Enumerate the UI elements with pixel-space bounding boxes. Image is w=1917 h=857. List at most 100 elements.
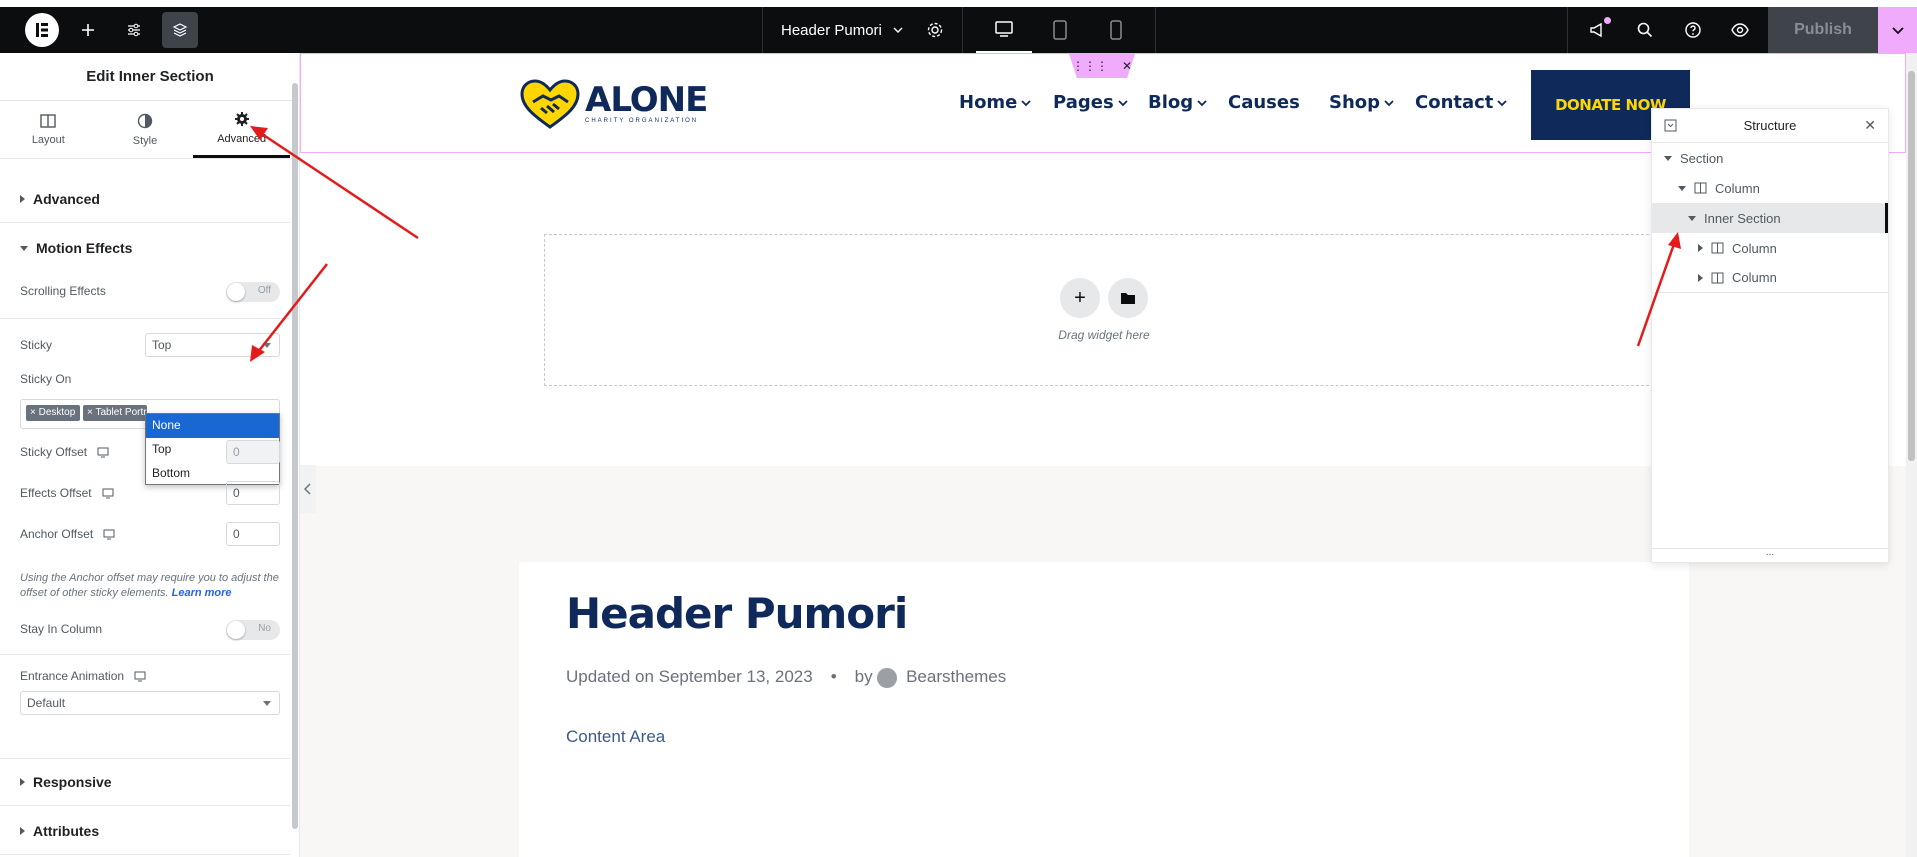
- layers-icon: [162, 12, 198, 48]
- publish-button[interactable]: Publish: [1768, 7, 1878, 53]
- column-icon: [1711, 242, 1724, 254]
- preview-button[interactable]: [1725, 7, 1755, 53]
- updated-date: Updated on September 13, 2023: [566, 667, 813, 687]
- half-circle-icon: [137, 113, 153, 128]
- finder-button[interactable]: [1630, 7, 1660, 53]
- structure-resize-handle[interactable]: ...: [1652, 548, 1888, 562]
- drag-grip-icon: ⋮⋮⋮: [1071, 59, 1108, 73]
- site-logo[interactable]: ALONE CHARITY ORGANIZATION: [519, 78, 708, 130]
- caret-right-icon: [20, 194, 25, 203]
- content-area-text: Content Area: [566, 727, 666, 746]
- eye-icon: [1731, 23, 1749, 37]
- elementor-logo-icon: [25, 13, 59, 47]
- mobile-icon: [1110, 20, 1122, 40]
- notification-dot: [1604, 17, 1611, 24]
- publish-options-button[interactable]: [1878, 7, 1917, 53]
- section-responsive[interactable]: Responsive: [0, 758, 290, 806]
- page-settings-button[interactable]: [920, 7, 950, 53]
- desktop-icon: [995, 21, 1013, 37]
- caret-right-icon: [20, 826, 25, 835]
- section-motion-effects[interactable]: Motion Effects: [0, 224, 290, 272]
- structure-dock-button[interactable]: [1664, 119, 1677, 132]
- structure-title: Structure: [1743, 118, 1797, 133]
- tab-layout[interactable]: Layout: [0, 101, 97, 158]
- effects-offset-label: Effects Offset: [20, 486, 114, 500]
- sticky-select[interactable]: Top: [145, 333, 280, 357]
- entrance-animation-select[interactable]: Default: [20, 691, 280, 715]
- document-settings-toggle[interactable]: Header Pumori: [781, 7, 904, 53]
- device-desktop-button[interactable]: [976, 7, 1032, 53]
- entrance-animation-value: Default: [27, 696, 66, 710]
- panel-scrollbar[interactable]: [292, 83, 298, 829]
- divider: [962, 7, 963, 53]
- caret-down-icon: [1678, 185, 1686, 191]
- structure-panel: Structure ✕ Section Column Inner Section…: [1651, 108, 1889, 563]
- help-button[interactable]: [1678, 7, 1708, 53]
- structure-item-column[interactable]: Column: [1652, 173, 1888, 203]
- sticky-value: Top: [152, 338, 172, 352]
- nav-item-blog[interactable]: Blog: [1148, 92, 1207, 113]
- add-template-button[interactable]: [1108, 278, 1148, 318]
- chevron-down-icon: [1384, 99, 1394, 106]
- by-label: by: [854, 667, 873, 686]
- author-name[interactable]: Bearsthemes: [906, 667, 1006, 686]
- device-mobile-button[interactable]: [1088, 7, 1144, 53]
- sticky-option-none[interactable]: None: [146, 414, 279, 438]
- section-label: Motion Effects: [36, 240, 133, 256]
- scrollbar-thumb[interactable]: [1908, 71, 1915, 461]
- close-icon: ✕: [1121, 59, 1133, 73]
- site-settings-button[interactable]: [116, 7, 152, 53]
- collapse-panel-button[interactable]: [300, 465, 316, 513]
- caret-right-icon: [1698, 273, 1703, 282]
- nav-item-shop[interactable]: Shop: [1329, 92, 1394, 113]
- sticky-offset-input[interactable]: 0: [226, 440, 280, 464]
- structure-button[interactable]: [162, 7, 198, 53]
- elementor-menu-button[interactable]: [22, 7, 62, 53]
- gear-icon: [234, 112, 249, 126]
- canvas-scrollbar[interactable]: [1906, 53, 1917, 857]
- search-icon: [1637, 22, 1653, 38]
- close-structure-button[interactable]: ✕: [1864, 117, 1876, 134]
- nav-item-pages[interactable]: Pages: [1053, 92, 1128, 113]
- gear-icon: [927, 22, 943, 38]
- divider: [1155, 7, 1156, 53]
- brand-tagline: CHARITY ORGANIZATION: [585, 118, 699, 124]
- structure-item-section[interactable]: Section: [1652, 143, 1888, 173]
- caret-down-icon: [263, 701, 271, 706]
- tab-advanced[interactable]: Advanced: [193, 101, 291, 158]
- empty-column-dropzone[interactable]: + Drag widget here: [544, 234, 1664, 386]
- device-tablet-button[interactable]: [1032, 7, 1088, 53]
- stay-in-column-switch[interactable]: No: [226, 620, 280, 640]
- section-advanced[interactable]: Advanced: [0, 175, 290, 223]
- desktop-icon: [102, 488, 114, 498]
- add-element-button[interactable]: [70, 7, 106, 53]
- effects-offset-input[interactable]: 0: [226, 481, 280, 505]
- sticky-on-label: Sticky On: [20, 372, 72, 386]
- sticky-on-tag-desktop[interactable]: × Desktop: [26, 405, 80, 421]
- tab-style[interactable]: Style: [97, 101, 194, 158]
- nav-item-causes[interactable]: Causes: [1228, 92, 1300, 113]
- caret-down-icon: [263, 343, 271, 348]
- nav-item-home[interactable]: Home: [959, 92, 1032, 113]
- switch-knob: [227, 283, 245, 301]
- anchor-offset-input[interactable]: 0: [226, 522, 280, 546]
- desktop-icon: [97, 447, 109, 457]
- section-handle[interactable]: ⋮⋮⋮ ✕: [1069, 54, 1135, 78]
- section-attributes[interactable]: Attributes: [0, 807, 290, 855]
- chevron-left-icon: [304, 483, 311, 495]
- structure-item-inner-section[interactable]: Inner Section: [1652, 203, 1888, 233]
- caret-down-icon: [20, 245, 28, 251]
- notifications-button[interactable]: [1582, 7, 1612, 53]
- sticky-on-tag-tablet[interactable]: × Tablet Portr: [83, 405, 147, 421]
- add-widget-button[interactable]: +: [1060, 278, 1100, 318]
- column-icon: [1694, 182, 1707, 194]
- editor-topbar: Header Pumori Publish: [0, 7, 1917, 53]
- chevron-down-icon: [1497, 99, 1508, 106]
- column-icon: [1711, 272, 1724, 283]
- learn-more-link[interactable]: Learn more: [172, 587, 232, 599]
- structure-item-column[interactable]: Column: [1652, 233, 1888, 263]
- nav-item-contact[interactable]: Contact: [1415, 92, 1508, 113]
- section-label: Attributes: [33, 822, 100, 839]
- scrolling-effects-switch[interactable]: Off: [226, 282, 280, 302]
- structure-item-column[interactable]: Column: [1652, 263, 1888, 293]
